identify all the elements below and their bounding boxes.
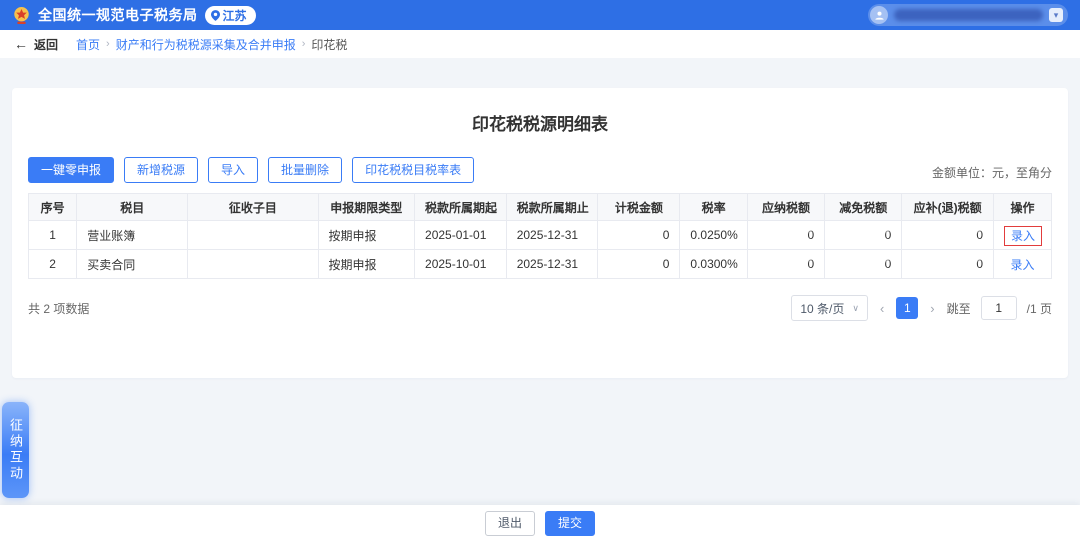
cell-seq: 2 bbox=[29, 250, 77, 279]
cell-action: 录入 bbox=[994, 250, 1052, 279]
col-action: 操作 bbox=[994, 194, 1052, 221]
breadcrumb-current: 印花税 bbox=[311, 36, 347, 53]
cell-sub-item bbox=[188, 250, 318, 279]
page-size-value: 10 条/页 bbox=[800, 300, 844, 317]
entry-link[interactable]: 录入 bbox=[1005, 256, 1041, 274]
toolbar: 一键零申报 新增税源 导入 批量删除 印花税税目税率表 金额单位：元，至角分 bbox=[28, 157, 1052, 183]
breadcrumb-bar: ← 返回 首页 › 财产和行为税税源采集及合并申报 › 印花税 bbox=[0, 30, 1080, 58]
one-click-zero-filing-button[interactable]: 一键零申报 bbox=[28, 157, 114, 183]
stamp-tax-rate-table-button[interactable]: 印花税税目税率表 bbox=[352, 157, 474, 183]
col-sub-item: 征收子目 bbox=[188, 194, 318, 221]
cell-sub-item bbox=[188, 221, 318, 250]
col-supplement: 应补(退)税额 bbox=[902, 194, 994, 221]
import-button[interactable]: 导入 bbox=[208, 157, 258, 183]
user-name-redacted bbox=[894, 9, 1043, 21]
cell-supplement: 0 bbox=[902, 250, 994, 279]
submit-button[interactable]: 提交 bbox=[545, 511, 595, 536]
col-seq: 序号 bbox=[29, 194, 77, 221]
cell-action: 录入 bbox=[994, 221, 1052, 250]
location-label: 江苏 bbox=[223, 7, 247, 24]
breadcrumb-separator-icon: › bbox=[302, 38, 306, 50]
cell-payable: 0 bbox=[747, 250, 824, 279]
tax-interaction-tab[interactable]: 征纳互动 bbox=[2, 402, 29, 498]
cell-tax-item: 营业账簿 bbox=[77, 221, 188, 250]
breadcrumb-property-tax[interactable]: 财产和行为税税源采集及合并申报 bbox=[116, 36, 296, 53]
tax-source-table: 序号 税目 征收子目 申报期限类型 税款所属期起 税款所属期止 计税金额 税率 … bbox=[28, 193, 1052, 279]
location-pin-icon bbox=[211, 10, 220, 21]
pagination: 10 条/页 ∨ ‹ 1 › 跳至 /1 页 bbox=[791, 295, 1052, 321]
main-content: 印花税税源明细表 一键零申报 新增税源 导入 批量删除 印花税税目税率表 金额单… bbox=[0, 58, 1080, 378]
cell-payable: 0 bbox=[747, 221, 824, 250]
cell-taxable-amount: 0 bbox=[598, 250, 680, 279]
breadcrumb: 首页 › 财产和行为税税源采集及合并申报 › 印花税 bbox=[76, 36, 347, 53]
app-title: 全国统一规范电子税务局 bbox=[38, 5, 198, 25]
table-row: 2 买卖合同 按期申报 2025-10-01 2025-12-31 0 0.03… bbox=[29, 250, 1052, 279]
toolbar-buttons: 一键零申报 新增税源 导入 批量删除 印花税税目税率表 bbox=[28, 157, 474, 183]
page-size-select[interactable]: 10 条/页 ∨ bbox=[791, 295, 868, 321]
top-header: 全国统一规范电子税务局 江苏 ▾ bbox=[0, 0, 1080, 30]
back-button[interactable]: ← 返回 bbox=[14, 36, 58, 53]
table-header-row: 序号 税目 征收子目 申报期限类型 税款所属期起 税款所属期止 计税金额 税率 … bbox=[29, 194, 1052, 221]
table-row: 1 营业账簿 按期申报 2025-01-01 2025-12-31 0 0.02… bbox=[29, 221, 1052, 250]
amount-unit-note: 金额单位：元，至角分 bbox=[932, 164, 1052, 183]
cell-reduction: 0 bbox=[825, 250, 902, 279]
cell-period-start: 2025-01-01 bbox=[415, 221, 507, 250]
bottom-action-bar: 退出 提交 bbox=[0, 505, 1080, 541]
col-period-type: 申报期限类型 bbox=[318, 194, 415, 221]
back-label: 返回 bbox=[34, 36, 58, 53]
chevron-down-icon: ∨ bbox=[852, 303, 859, 314]
cell-taxable-amount: 0 bbox=[598, 221, 680, 250]
location-badge[interactable]: 江苏 bbox=[205, 6, 256, 25]
user-menu[interactable]: ▾ bbox=[868, 4, 1068, 26]
batch-delete-button[interactable]: 批量删除 bbox=[268, 157, 342, 183]
col-period-end: 税款所属期止 bbox=[506, 194, 598, 221]
tax-interaction-label: 征纳互动 bbox=[6, 418, 25, 482]
breadcrumb-home[interactable]: 首页 bbox=[76, 36, 100, 53]
cell-period-start: 2025-10-01 bbox=[415, 250, 507, 279]
tax-bureau-logo-icon bbox=[12, 6, 31, 25]
cell-period-type: 按期申报 bbox=[318, 221, 415, 250]
breadcrumb-separator-icon: › bbox=[106, 38, 110, 50]
add-tax-source-button[interactable]: 新增税源 bbox=[124, 157, 198, 183]
page-number-button[interactable]: 1 bbox=[896, 297, 918, 319]
col-payable: 应纳税额 bbox=[747, 194, 824, 221]
jump-suffix: /1 页 bbox=[1027, 300, 1052, 317]
col-rate: 税率 bbox=[680, 194, 748, 221]
total-count: 共 2 项数据 bbox=[28, 300, 89, 317]
table-footer: 共 2 项数据 10 条/页 ∨ ‹ 1 › 跳至 /1 页 bbox=[28, 295, 1052, 321]
cell-rate: 0.0300% bbox=[680, 250, 748, 279]
cell-supplement: 0 bbox=[902, 221, 994, 250]
col-period-start: 税款所属期起 bbox=[415, 194, 507, 221]
stamp-tax-card: 印花税税源明细表 一键零申报 新增税源 导入 批量删除 印花税税目税率表 金额单… bbox=[12, 88, 1068, 378]
exit-button[interactable]: 退出 bbox=[485, 511, 535, 536]
page-title: 印花税税源明细表 bbox=[28, 110, 1052, 135]
brand-area: 全国统一规范电子税务局 江苏 bbox=[12, 5, 256, 25]
col-taxable-amount: 计税金额 bbox=[598, 194, 680, 221]
cell-period-type: 按期申报 bbox=[318, 250, 415, 279]
cell-seq: 1 bbox=[29, 221, 77, 250]
jump-page-input[interactable] bbox=[981, 296, 1017, 320]
chevron-down-icon[interactable]: ▾ bbox=[1049, 8, 1063, 22]
cell-period-end: 2025-12-31 bbox=[506, 221, 598, 250]
next-page-button[interactable]: › bbox=[928, 301, 936, 316]
user-avatar-icon bbox=[870, 6, 888, 24]
col-tax-item: 税目 bbox=[77, 194, 188, 221]
cell-period-end: 2025-12-31 bbox=[506, 250, 598, 279]
cell-tax-item: 买卖合同 bbox=[77, 250, 188, 279]
cell-rate: 0.0250% bbox=[680, 221, 748, 250]
col-reduction: 减免税额 bbox=[825, 194, 902, 221]
jump-label: 跳至 bbox=[947, 300, 971, 317]
back-arrow-icon: ← bbox=[14, 36, 28, 52]
cell-reduction: 0 bbox=[825, 221, 902, 250]
entry-link-highlighted[interactable]: 录入 bbox=[1004, 226, 1042, 246]
prev-page-button[interactable]: ‹ bbox=[878, 301, 886, 316]
